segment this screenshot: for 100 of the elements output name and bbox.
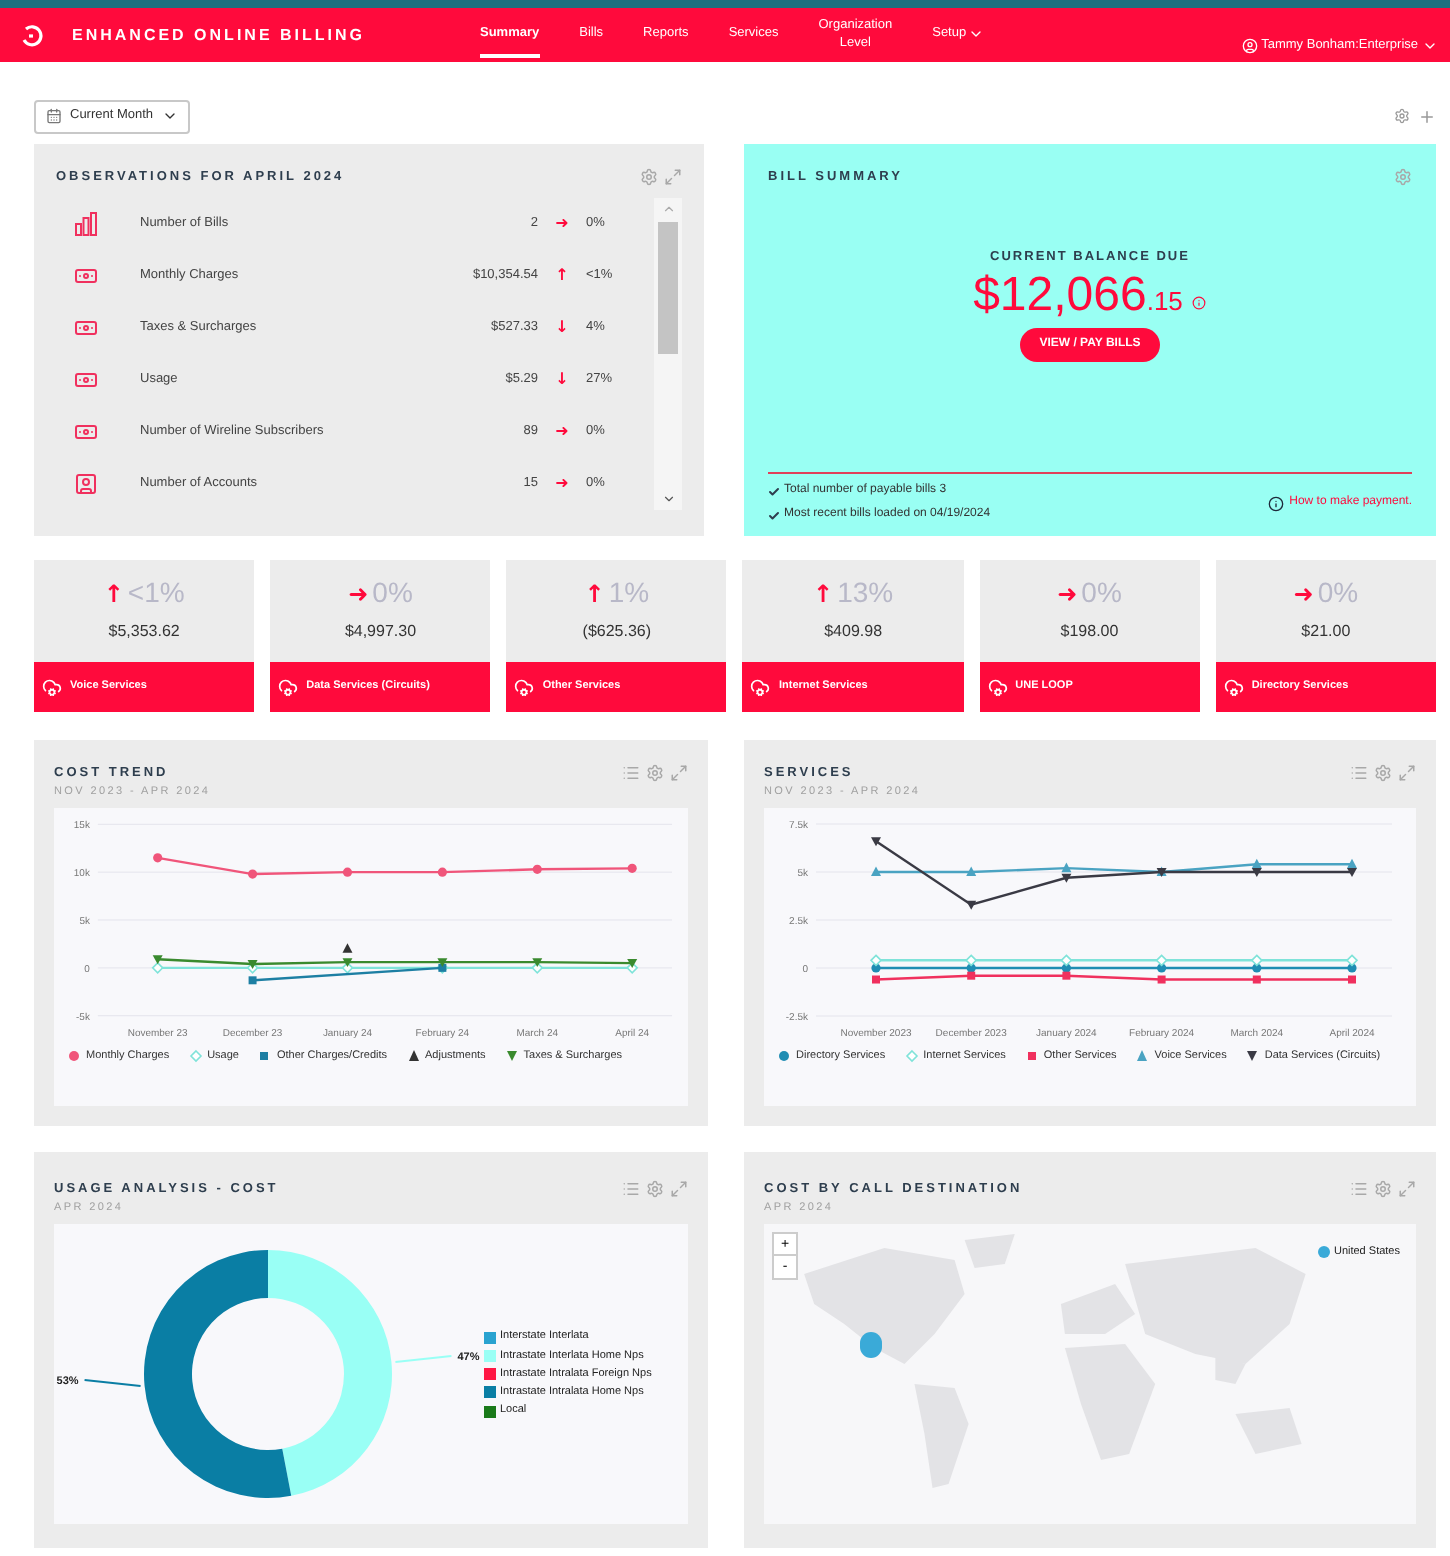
point: [1348, 975, 1356, 984]
point: [870, 954, 882, 967]
point: [1347, 858, 1357, 869]
banknote-icon: [74, 315, 98, 340]
point: [1251, 954, 1263, 967]
settings-icon[interactable]: [1374, 764, 1392, 782]
legend-marker-icon: [405, 1048, 422, 1065]
point: [532, 864, 542, 874]
point: [1157, 975, 1166, 984]
point: [437, 867, 447, 877]
trend-arrow: ↓: [555, 315, 569, 340]
list-icon[interactable]: [1350, 764, 1368, 782]
tile-amount: $5,353.62: [106, 620, 182, 644]
expand-icon[interactable]: [670, 1180, 688, 1198]
trend-arrow: ➜: [1057, 577, 1078, 611]
trend-arrow: ↑: [813, 577, 834, 611]
legend-marker-icon: [1244, 1048, 1261, 1065]
point: [1155, 954, 1168, 967]
point: [966, 900, 977, 910]
list-icon[interactable]: [1350, 1180, 1368, 1198]
balance-cents: .15: [1146, 283, 1183, 319]
settings-icon[interactable]: [646, 764, 664, 782]
point: [1061, 873, 1072, 883]
trend-arrow: ↑: [555, 263, 569, 288]
point: [1061, 862, 1072, 873]
point: [342, 958, 353, 968]
tile-amount: $409.98: [822, 620, 885, 644]
expand-icon[interactable]: [670, 764, 688, 782]
chevron-down-icon: [161, 108, 178, 124]
point: [152, 955, 163, 965]
cloud-icon: [1223, 677, 1244, 697]
point: [532, 958, 543, 968]
settings-icon[interactable]: [640, 168, 658, 186]
tile-amount: $198.00: [1058, 620, 1121, 644]
cloud-icon: [987, 677, 1008, 697]
user-icon: [1241, 37, 1258, 53]
point: [1252, 975, 1261, 984]
trend-arrow: ➜: [1293, 577, 1314, 611]
tile-amount: $21.00: [1299, 620, 1353, 644]
trend-arrow: ➜: [555, 211, 569, 236]
expand-icon[interactable]: [1398, 1180, 1416, 1198]
point: [967, 971, 976, 980]
point: [871, 866, 881, 876]
cloud-icon: [514, 677, 535, 697]
trend-arrow: ➜: [348, 577, 369, 611]
trend-arrow: ↑: [103, 577, 124, 611]
cloud-icon: [750, 677, 771, 697]
point: [627, 959, 638, 969]
tile-amount: ($625.36): [580, 620, 654, 644]
logo-icon: [20, 23, 44, 47]
info-icon: [1267, 495, 1284, 511]
point: [1346, 954, 1358, 967]
app-title: ENHANCED ONLINE BILLING: [72, 23, 367, 47]
leader-line: [394, 1354, 453, 1363]
legend-marker-icon: [903, 1048, 920, 1065]
banknote-icon: [74, 263, 98, 288]
cloud-icon: [278, 677, 299, 697]
legend-marker-icon: [66, 1048, 82, 1065]
scrollbar[interactable]: [654, 197, 682, 510]
balance-amount: $12,066: [973, 267, 1147, 323]
point: [1251, 868, 1262, 877]
point: [966, 866, 977, 876]
point: [965, 954, 977, 967]
trend-arrow: ➜: [555, 419, 569, 444]
expand-icon[interactable]: [1398, 764, 1416, 782]
point: [871, 837, 881, 847]
point: [437, 958, 448, 968]
point: [1062, 971, 1071, 980]
bar-chart-icon: [74, 211, 98, 236]
point: [872, 975, 880, 984]
info-icon[interactable]: [1192, 295, 1207, 309]
settings-icon[interactable]: [1394, 168, 1412, 186]
point: [247, 869, 258, 879]
legend-marker-icon: [776, 1048, 792, 1065]
settings-icon[interactable]: [1374, 1180, 1392, 1198]
banknote-icon: [74, 367, 98, 392]
trend-arrow: ↓: [555, 367, 569, 392]
add-icon[interactable]: [1418, 107, 1436, 125]
calendar-icon: [46, 108, 62, 124]
legend-marker-icon: [187, 1048, 204, 1065]
point: [342, 867, 353, 877]
contact-card-icon: [74, 471, 98, 496]
scroll-down-icon[interactable]: [661, 491, 675, 506]
list-icon[interactable]: [622, 1180, 640, 1198]
point: [627, 863, 637, 873]
legend-marker-icon: [1134, 1048, 1151, 1065]
tile-amount: $4,997.30: [342, 620, 419, 644]
expand-icon[interactable]: [664, 168, 682, 186]
trend-arrow: ➜: [555, 471, 569, 496]
scroll-up-icon[interactable]: [661, 201, 675, 216]
settings-icon[interactable]: [1394, 108, 1410, 124]
point: [153, 853, 163, 863]
leader-line: [83, 1379, 142, 1388]
trend-arrow: ↑: [584, 577, 605, 611]
legend-marker-icon: [503, 1048, 520, 1065]
point: [151, 962, 164, 974]
cloud-icon: [42, 677, 62, 697]
point: [1060, 954, 1073, 967]
settings-icon[interactable]: [646, 1180, 664, 1198]
list-icon[interactable]: [622, 764, 640, 782]
